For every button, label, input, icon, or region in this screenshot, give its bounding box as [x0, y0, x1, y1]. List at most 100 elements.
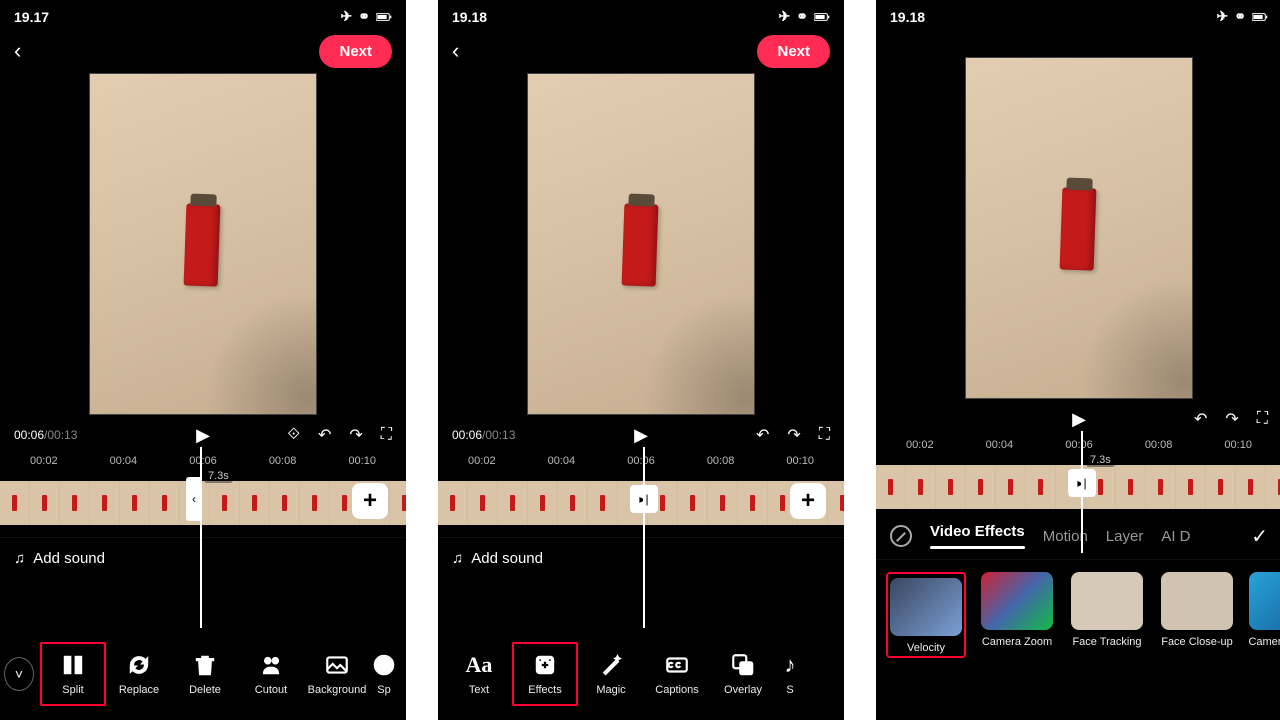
ruler-tick: 00:02 — [442, 455, 522, 467]
background-icon — [324, 652, 350, 678]
tool-label: Effects — [528, 684, 561, 696]
add-sound-label: Add sound — [471, 550, 543, 567]
add-sound-label: Add sound — [33, 550, 105, 567]
ruler-tick: 00:04 — [522, 455, 602, 467]
battery-icon — [814, 11, 830, 23]
fx-velocity[interactable]: Velocity — [886, 572, 966, 658]
fx-tab-ai[interactable]: AI D — [1161, 528, 1190, 545]
redo-icon[interactable]: ↷ — [787, 425, 800, 445]
fx-thumb — [1161, 572, 1233, 630]
fx-label: Camera Zoom — [982, 636, 1052, 648]
fullscreen-icon[interactable]: ⛶ — [381, 426, 392, 444]
apply-button[interactable]: ✓ — [1251, 524, 1268, 549]
undo-icon[interactable]: ↶ — [756, 425, 769, 445]
ruler-tick: 00:02 — [4, 455, 84, 467]
timeline-ruler: 00:02 00:04 00:06 00:08 00:10 — [438, 455, 844, 467]
redo-icon[interactable]: ↷ — [349, 425, 362, 445]
link-icon: ⚭ — [1234, 8, 1246, 25]
tool-delete[interactable]: Delete — [172, 644, 238, 704]
play-button[interactable]: ▶ — [196, 425, 210, 446]
current-time: 00:06 — [452, 428, 482, 442]
status-icons: ✈ ⚭ — [779, 8, 830, 25]
fx-camera[interactable]: Camera — [1248, 572, 1280, 658]
timeline-ruler: 00:02 00:04 00:06 00:08 00:10 — [876, 439, 1280, 451]
tool-label: Overlay — [724, 684, 762, 696]
airplane-icon: ✈ — [779, 8, 791, 25]
fx-face-closeup[interactable]: Face Close-up — [1158, 572, 1236, 658]
add-clip-button[interactable]: + — [790, 483, 826, 519]
play-button[interactable]: ▶ — [1072, 409, 1086, 430]
effects-tabs: Video Effects Motion Layer AI D ✓ — [876, 513, 1280, 560]
bottom-toolbar: ˅ Split Replace Delete Cutout Background… — [0, 628, 406, 720]
ruler-tick: 00:08 — [243, 455, 323, 467]
delete-icon — [192, 652, 218, 678]
timeline[interactable]: ▸| 7.3s — [876, 461, 1280, 513]
status-bar: 19.18 ✈ ⚭ — [876, 0, 1280, 29]
fx-tab-video-effects[interactable]: Video Effects — [930, 523, 1025, 549]
playhead[interactable] — [1081, 431, 1083, 553]
back-button[interactable]: ‹ — [452, 40, 459, 62]
fx-label: Face Close-up — [1161, 636, 1233, 648]
tool-split[interactable]: Split — [40, 642, 106, 706]
next-button[interactable]: Next — [319, 35, 392, 68]
next-button[interactable]: Next — [757, 35, 830, 68]
current-time: 00:06 — [14, 428, 44, 442]
rotate-icon[interactable]: ⟐ — [287, 426, 300, 444]
add-clip-button[interactable]: + — [352, 483, 388, 519]
tool-cutout[interactable]: Cutout — [238, 644, 304, 704]
video-preview[interactable] — [527, 73, 755, 415]
tool-label: Background — [308, 684, 367, 696]
back-button[interactable]: ‹ — [14, 40, 21, 62]
preview-area — [438, 73, 844, 415]
status-time: 19.18 — [452, 9, 487, 25]
ruler-tick: 00:08 — [1119, 439, 1199, 451]
fullscreen-icon[interactable]: ⛶ — [819, 426, 830, 444]
ruler-tick: 00:02 — [880, 439, 960, 451]
play-button[interactable]: ▶ — [634, 425, 648, 446]
collapse-button[interactable]: ˅ — [4, 657, 34, 691]
ruler-tick: 00:06 — [163, 455, 243, 467]
tool-sound-partial[interactable]: ♪ S — [776, 644, 804, 704]
tool-replace[interactable]: Replace — [106, 644, 172, 704]
timeline[interactable]: ‹ 7.3s + — [0, 477, 406, 529]
fx-camera-zoom[interactable]: Camera Zoom — [978, 572, 1056, 658]
tool-magic[interactable]: Magic — [578, 644, 644, 704]
preview-area — [0, 73, 406, 415]
no-effect-icon[interactable] — [890, 525, 912, 547]
tool-text[interactable]: Aa Text — [446, 644, 512, 704]
status-time: 19.17 — [14, 9, 49, 25]
undo-icon[interactable]: ↶ — [1194, 409, 1207, 429]
link-icon: ⚭ — [358, 8, 370, 25]
fx-label: Velocity — [907, 642, 945, 654]
music-icon: ♫ — [14, 550, 25, 567]
tool-label: S — [786, 684, 793, 696]
video-preview[interactable] — [89, 73, 317, 415]
tool-captions[interactable]: Captions — [644, 644, 710, 704]
fx-face-tracking[interactable]: Face Tracking — [1068, 572, 1146, 658]
ruler-tick: 00:10 — [760, 455, 840, 467]
video-preview[interactable] — [965, 57, 1193, 399]
tool-label: Magic — [596, 684, 625, 696]
music-icon: ♫ — [452, 550, 463, 567]
magic-icon — [598, 652, 624, 678]
tool-effects[interactable]: Effects — [512, 642, 578, 706]
tool-overlay[interactable]: Overlay — [710, 644, 776, 704]
fx-tab-layer[interactable]: Layer — [1106, 528, 1144, 545]
effects-icon — [532, 652, 558, 678]
top-bar: ‹ Next — [438, 29, 844, 73]
undo-icon[interactable]: ↶ — [318, 425, 331, 445]
preview-area — [876, 57, 1280, 399]
filmstrip[interactable] — [0, 481, 406, 525]
add-sound-row[interactable]: ♫ Add sound — [0, 537, 406, 579]
fullscreen-icon[interactable]: ⛶ — [1257, 410, 1268, 428]
tool-speed-partial[interactable]: Sp — [370, 644, 398, 704]
add-sound-row[interactable]: ♫ Add sound — [438, 537, 844, 579]
airplane-icon: ✈ — [341, 8, 353, 25]
timeline[interactable]: ▸| + — [438, 477, 844, 529]
status-bar: 19.18 ✈ ⚭ — [438, 0, 844, 29]
redo-icon[interactable]: ↷ — [1225, 409, 1238, 429]
tool-background[interactable]: Background — [304, 644, 370, 704]
replace-icon — [126, 652, 152, 678]
tool-label: Replace — [119, 684, 159, 696]
bottom-toolbar: Aa Text Effects Magic Captions Overlay ♪… — [438, 628, 844, 720]
